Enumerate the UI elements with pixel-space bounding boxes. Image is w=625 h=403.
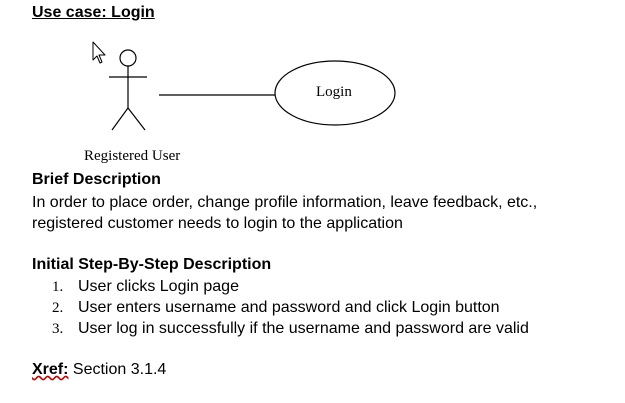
actor-left-leg — [111, 107, 129, 131]
brief-description-heading: Brief Description — [32, 171, 161, 188]
use-case-diagram — [92, 41, 396, 131]
brief-description-text: In order to place order, change profile … — [32, 194, 538, 232]
usecase-label: Login — [316, 84, 352, 100]
step-text: User enters username and password and cl… — [78, 299, 500, 316]
step-text: User clicks Login page — [78, 278, 239, 295]
actor-stick-figure — [109, 49, 147, 131]
list-item: 2. User enters username and password and … — [52, 297, 529, 318]
step-text: User log in successfully if the username… — [78, 320, 529, 337]
actor-right-leg — [127, 107, 146, 131]
step-number: 1. — [52, 279, 64, 295]
xref-line: Xref: Section 3.1.4 — [32, 361, 166, 379]
step-number: 3. — [52, 321, 64, 337]
mouse-pointer-icon — [92, 41, 106, 64]
list-item: 1. User clicks Login page — [52, 276, 529, 297]
xref-value: Section 3.1.4 — [72, 361, 167, 378]
step-by-step-heading: Initial Step-By-Step Description — [32, 256, 272, 273]
step-list: 1. User clicks Login page 2. User enters u… — [52, 276, 529, 339]
xref-label: Xref: — [32, 361, 69, 378]
actor-label: Registered User — [84, 148, 181, 164]
step-number: 2. — [52, 300, 64, 316]
list-item: 3. User log in successfully if the userna… — [52, 318, 529, 339]
actor-head — [119, 49, 137, 67]
